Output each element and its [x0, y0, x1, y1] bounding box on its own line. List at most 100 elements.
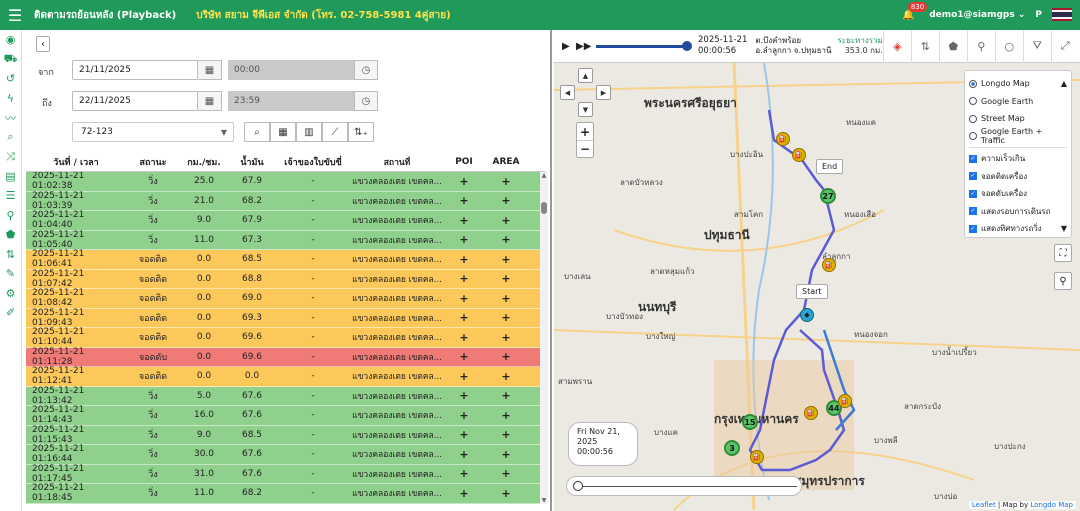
table-row[interactable]: 2025-11-21 01:08:42 จอดติด 0.0 69.0 - แขวงคลอ…	[26, 288, 541, 309]
polygon-tool-button[interactable]: ⬟	[938, 30, 967, 63]
scroll-up-icon[interactable]: ▲	[1061, 79, 1067, 88]
table-row[interactable]: 2025-11-21 01:16:44 วิ่ง 30.0 67.6 - แขวงคลอง…	[26, 444, 541, 465]
vehicle-marker-icon[interactable]: ◆	[800, 308, 814, 322]
gear-icon[interactable]: ⚙	[0, 284, 21, 304]
poi-marker-icon[interactable]: ⛽	[776, 132, 790, 146]
scroll-down-icon[interactable]: ▼	[540, 497, 548, 504]
add-poi-button[interactable]: +	[444, 331, 484, 344]
table-button[interactable]: ▦	[270, 122, 296, 142]
user-initial[interactable]: P	[1035, 10, 1042, 20]
table-row[interactable]: 2025-11-21 01:18:45 วิ่ง 11.0 68.2 - แขวงคลอง…	[26, 483, 541, 504]
table-row[interactable]: 2025-11-21 01:10:44 จอดติด 0.0 69.6 - แขวงคลอ…	[26, 327, 541, 348]
table-scrollbar[interactable]: ▲ ▼	[540, 172, 548, 504]
table-row[interactable]: 2025-11-21 01:05:40 วิ่ง 11.0 67.3 - แขวงคลอง…	[26, 230, 541, 250]
add-area-button[interactable]: +	[484, 389, 528, 402]
add-area-button[interactable]: +	[484, 487, 528, 500]
user-menu[interactable]: demo1@siamgps ⌄	[929, 10, 1025, 20]
add-area-button[interactable]: +	[484, 311, 528, 324]
overlay-option[interactable]: ✓ จอดดับเครื่อง	[969, 185, 1067, 203]
menu-icon[interactable]: ☰	[0, 6, 30, 25]
col-poi[interactable]: POI	[444, 157, 484, 167]
add-poi-button[interactable]: +	[444, 350, 484, 363]
fast-forward-icon[interactable]: ▶▶	[576, 41, 592, 52]
add-poi-button[interactable]: +	[444, 214, 484, 227]
overlay-option[interactable]: ✓ ความเร็วเกิน	[969, 150, 1067, 168]
circle-tool-button[interactable]: ○	[994, 30, 1023, 63]
layer-option[interactable]: Google Earth	[969, 93, 1067, 111]
table-row[interactable]: 2025-11-21 01:15:43 วิ่ง 9.0 68.5 - แขวงคลองเ…	[26, 425, 541, 445]
table-row[interactable]: 2025-11-21 01:09:43 จอดติด 0.0 69.3 - แขวงคลอ…	[26, 308, 541, 328]
sort-tool-button[interactable]: ⇅	[910, 30, 939, 63]
bar-chart-button[interactable]: ▥	[296, 122, 322, 142]
add-area-button[interactable]: +	[484, 194, 528, 207]
add-poi-button[interactable]: +	[444, 233, 484, 246]
leaflet-link[interactable]: Leaflet	[972, 501, 996, 509]
poi-marker-icon[interactable]: ⛽	[792, 148, 806, 162]
add-area-button[interactable]: +	[484, 467, 528, 480]
add-area-button[interactable]: +	[484, 370, 528, 383]
wrench-icon[interactable]: ✎	[0, 264, 21, 284]
search-button[interactable]: ⌕	[244, 122, 270, 142]
table-row[interactable]: 2025-11-21 01:06:41 จอดติด 0.0 68.5 - แขวงคลอ…	[26, 249, 541, 270]
add-poi-button[interactable]: +	[444, 428, 484, 441]
scroll-down-icon[interactable]: ▼	[1061, 224, 1067, 233]
add-area-button[interactable]: +	[484, 272, 528, 285]
cluster-marker[interactable]: 27	[820, 188, 836, 204]
timeline-knob[interactable]	[573, 481, 583, 491]
col-status[interactable]: สถานะ	[126, 155, 180, 169]
add-area-button[interactable]: +	[484, 253, 528, 266]
add-area-button[interactable]: +	[484, 292, 528, 305]
table-row[interactable]: 2025-11-21 01:13:42 วิ่ง 5.0 67.6 - แขวงคลองเ…	[26, 386, 541, 406]
add-poi-button[interactable]: +	[444, 194, 484, 207]
fullscreen-button[interactable]: ⛶	[1054, 244, 1072, 262]
add-poi-button[interactable]: +	[444, 292, 484, 305]
layer-option[interactable]: Google Earth + Traffic	[969, 127, 1067, 145]
col-fuel[interactable]: น้ำมัน	[228, 155, 276, 169]
add-poi-button[interactable]: +	[444, 409, 484, 422]
table-row[interactable]: 2025-11-21 01:12:41 จอดติด 0.0 0.0 - แขวงคลอง…	[26, 366, 541, 387]
calendar-icon[interactable]: ▦	[198, 91, 222, 111]
to-date-input[interactable]: 22/11/2025	[72, 91, 198, 111]
add-area-button[interactable]: +	[484, 409, 528, 422]
pan-right-button[interactable]: ▶	[596, 85, 611, 100]
overlay-option[interactable]: ✓ แสดงรอบการเดินรถ	[969, 203, 1067, 221]
layer-option[interactable]: Longdo Map ▲	[969, 75, 1067, 93]
map-view[interactable]: ▶ ▶▶ 2025-11-21 00:00:56 ต.บึงคำพร้อย อ.…	[554, 30, 1080, 511]
map-pin-icon[interactable]: ⚲	[0, 206, 21, 226]
locate-button[interactable]: ⚲	[1054, 272, 1072, 290]
add-poi-button[interactable]: +	[444, 389, 484, 402]
chart-line-icon[interactable]: 〰	[0, 108, 21, 128]
table-row[interactable]: 2025-11-21 01:03:39 วิ่ง 21.0 68.2 - แขวงคลอง…	[26, 191, 541, 211]
add-poi-button[interactable]: +	[444, 311, 484, 324]
from-date-input[interactable]: 21/11/2025	[72, 60, 198, 80]
add-area-button[interactable]: +	[484, 448, 528, 461]
thai-flag-icon[interactable]	[1052, 8, 1072, 22]
poi-marker-icon[interactable]: ⛽	[750, 450, 764, 464]
play-icon[interactable]: ▶	[562, 41, 576, 52]
col-place[interactable]: สถานที่	[350, 155, 444, 169]
to-time-input[interactable]: 23:59	[228, 91, 354, 111]
add-area-button[interactable]: +	[484, 428, 528, 441]
shuffle-icon[interactable]: ⤨	[0, 147, 21, 167]
table-row[interactable]: 2025-11-21 01:17:45 วิ่ง 31.0 67.6 - แขวงคลอง…	[26, 464, 541, 484]
overlay-option[interactable]: ✓ แสดงทิศทางรถวิ่ง ▼	[969, 220, 1067, 238]
list-icon[interactable]: ☰	[0, 186, 21, 206]
col-area[interactable]: AREA	[484, 157, 528, 167]
longdo-link[interactable]: Longdo Map	[1030, 501, 1073, 509]
poi-marker-icon[interactable]: ⛽	[822, 258, 836, 272]
marker-tool-button[interactable]: ⚲	[966, 30, 995, 63]
clock-icon[interactable]: ◷	[354, 60, 378, 80]
layer-option[interactable]: Street Map	[969, 110, 1067, 128]
table-row[interactable]: 2025-11-21 01:02:38 วิ่ง 25.0 67.9 - แขวงคลอง…	[26, 172, 541, 192]
scroll-up-icon[interactable]: ▲	[540, 172, 548, 179]
table-row[interactable]: 2025-11-21 01:07:42 จอดติด 0.0 68.8 - แขวงคลอ…	[26, 269, 541, 289]
cluster-marker[interactable]: 3	[724, 440, 740, 456]
dashboard-icon[interactable]: ◉	[0, 30, 21, 50]
pan-up-button[interactable]: ▲	[578, 68, 593, 83]
swap-icon[interactable]: ⇅	[0, 245, 21, 265]
add-poi-button[interactable]: +	[444, 272, 484, 285]
search-icon[interactable]: ⌕	[0, 128, 21, 148]
poi-marker-icon[interactable]: ⛽	[804, 406, 818, 420]
clock-icon[interactable]: ◷	[354, 91, 378, 111]
pan-left-button[interactable]: ◀	[560, 85, 575, 100]
